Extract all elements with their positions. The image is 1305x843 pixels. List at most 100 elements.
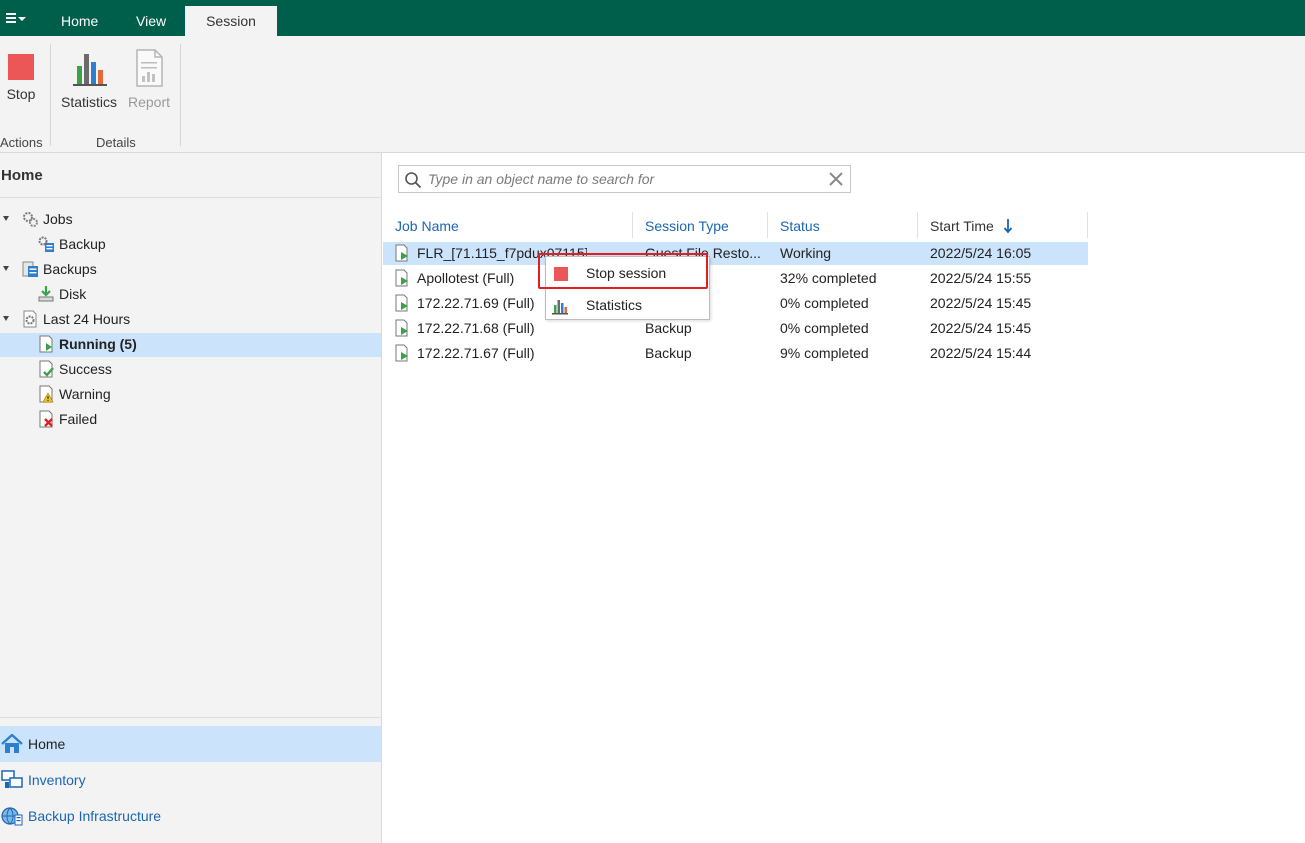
expand-triangle-icon [3, 216, 9, 221]
column-divider[interactable] [917, 212, 918, 238]
context-menu-label: Statistics [586, 297, 643, 313]
group-label-details: Details [96, 135, 136, 150]
cell-job-name: Apollotest (Full) [417, 270, 515, 286]
menu-bar: Home View Session [0, 0, 1305, 36]
tab-view[interactable]: View [116, 6, 186, 36]
main-menu-button[interactable] [0, 0, 36, 36]
tree-item-jobs[interactable]: Jobs [3, 207, 73, 231]
tab-session[interactable]: Session [185, 6, 277, 36]
context-menu-item-statistics[interactable]: Statistics [546, 290, 709, 320]
ribbon-divider [50, 44, 51, 146]
report-button-label: Report [127, 94, 171, 110]
tree-item-disk[interactable]: Disk [38, 282, 87, 306]
search-icon [405, 172, 422, 189]
tree-item-backup[interactable]: Backup [38, 232, 106, 256]
tree-item-label: Jobs [43, 211, 73, 227]
annotation-highlight-box [538, 253, 708, 289]
success-icon [39, 360, 54, 378]
column-header-start-time[interactable]: Start Time [930, 214, 994, 238]
nav-item-label: Backup Infrastructure [28, 808, 162, 824]
backups-icon [22, 261, 38, 277]
cell-start-time: 2022/5/24 15:45 [930, 320, 1032, 336]
stop-button[interactable]: Stop [0, 48, 42, 102]
tree-item-last-24-hours[interactable]: Last 24 Hours [3, 307, 131, 331]
column-header-session-type[interactable]: Session Type [645, 214, 729, 238]
statistics-icon [552, 300, 568, 315]
report-icon [136, 49, 163, 87]
search-input[interactable] [428, 169, 818, 189]
cell-start-time: 2022/5/24 15:45 [930, 295, 1032, 311]
running-job-icon [395, 244, 408, 262]
column-header-job-name[interactable]: Job Name [395, 214, 459, 238]
pane-title: Home [1, 167, 43, 184]
cell-job-name: 172.22.71.69 (Full) [417, 295, 535, 311]
inventory-icon [1, 770, 23, 788]
tree-item-label: Warning [59, 386, 111, 402]
house-icon [1, 734, 23, 753]
nav-item-backup-infrastructure[interactable]: Backup Infrastructure [0, 798, 381, 834]
cell-job-name: 172.22.71.67 (Full) [417, 345, 535, 361]
divider [0, 197, 380, 198]
cell-job-name: 172.22.71.68 (Full) [417, 320, 535, 336]
nav-item-inventory[interactable]: Inventory [0, 762, 381, 798]
divider [0, 717, 380, 718]
tree-item-label: Running (5) [59, 336, 137, 352]
nav-item-label: Inventory [28, 772, 86, 788]
tree-selection-highlight [0, 333, 381, 357]
statistics-button-label: Statistics [60, 94, 117, 110]
group-label-actions: Actions [0, 135, 43, 150]
statistics-icon [73, 54, 107, 86]
cell-status: 32% completed [780, 270, 877, 286]
chevron-down-icon [18, 17, 26, 21]
clock-gear-icon [23, 310, 37, 328]
stop-icon [8, 54, 34, 80]
tree-item-backups[interactable]: Backups [3, 257, 97, 281]
stop-button-label: Stop [6, 86, 36, 102]
tab-home[interactable]: Home [41, 6, 118, 36]
running-icon [39, 335, 53, 353]
backup-job-icon [38, 236, 54, 252]
expand-triangle-icon [3, 316, 9, 321]
column-divider[interactable] [632, 212, 633, 238]
close-icon[interactable] [827, 170, 845, 188]
tree-item-failed[interactable]: Failed [39, 407, 98, 431]
statistics-button[interactable]: Statistics [58, 48, 120, 110]
tree-item-label: Backup [59, 236, 106, 252]
column-divider[interactable] [1087, 212, 1088, 238]
globe-server-icon [1, 807, 23, 826]
tree-item-label: Last 24 Hours [43, 311, 131, 327]
report-button[interactable]: Report [124, 48, 174, 110]
cell-session-type: Backup [645, 345, 692, 361]
nav-item-home[interactable]: Home [0, 726, 381, 762]
column-divider[interactable] [767, 212, 768, 238]
cell-start-time: 2022/5/24 15:44 [930, 345, 1032, 361]
expand-triangle-icon [3, 266, 9, 271]
cell-status: 9% completed [780, 345, 869, 361]
nav-item-label: Home [28, 736, 66, 752]
warning-icon [39, 385, 54, 403]
running-job-icon [395, 269, 408, 287]
tree-item-label: Backups [43, 261, 97, 277]
search-box [398, 165, 851, 193]
disk-icon [38, 286, 54, 302]
cell-start-time: 2022/5/24 15:55 [930, 270, 1032, 286]
gears-icon [23, 212, 38, 227]
ribbon-divider [180, 44, 181, 146]
column-header-status[interactable]: Status [780, 214, 820, 238]
tree-item-label: Success [59, 361, 112, 377]
tree-item-success[interactable]: Success [39, 357, 112, 381]
tree-item-warning[interactable]: Warning [39, 382, 111, 406]
navigation-pane: Home Jobs Backup Backups Disk Last 24 Ho… [0, 153, 382, 843]
failed-icon [39, 410, 53, 428]
sort-descending-icon [1003, 219, 1013, 234]
running-job-icon [395, 344, 408, 362]
cell-status: 0% completed [780, 320, 869, 336]
cell-status: Working [780, 245, 832, 261]
running-job-icon [395, 319, 408, 337]
cell-status: 0% completed [780, 295, 869, 311]
tree-item-label: Failed [59, 411, 98, 427]
tree-item-label: Disk [59, 286, 87, 302]
ribbon: Stop Statistics Report Actions Details [0, 36, 1305, 153]
running-job-icon [395, 294, 408, 312]
tree-item-running[interactable]: Running (5) [39, 332, 137, 356]
